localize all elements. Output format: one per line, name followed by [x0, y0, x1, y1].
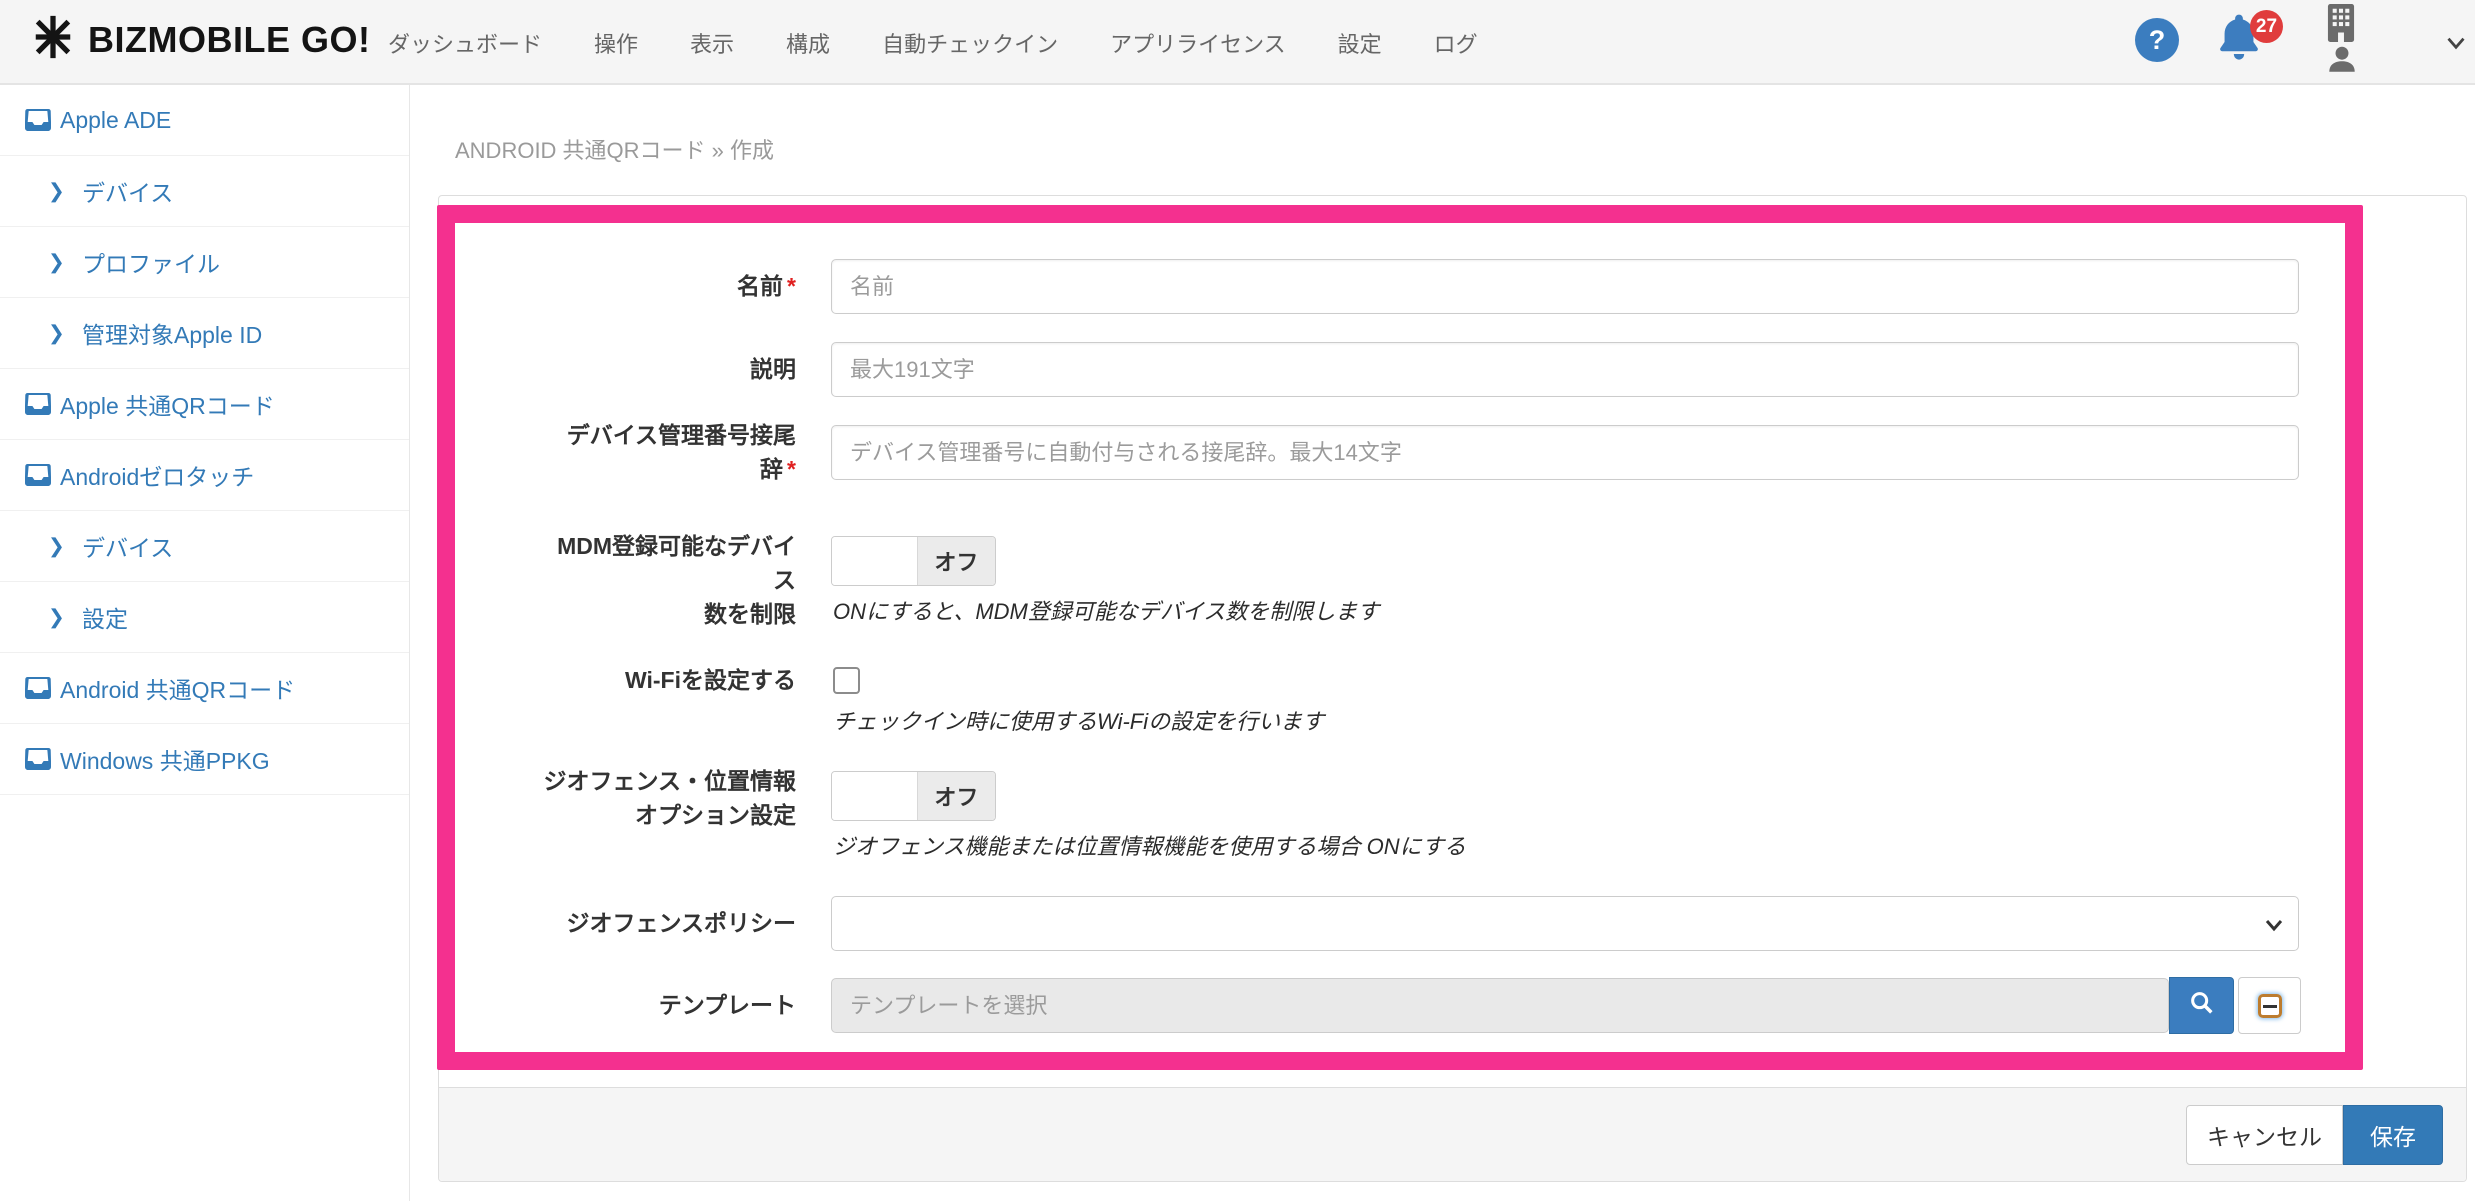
- name-label: 名前*: [541, 259, 796, 314]
- bell-icon: [2213, 55, 2265, 72]
- sidebar-item-android-zero-touch[interactable]: Androidゼロタッチ: [0, 440, 409, 511]
- toggle-handle: [832, 772, 918, 820]
- breadcrumb: ANDROID 共通QRコード » 作成: [455, 133, 774, 165]
- chevron-right-icon: ❯: [48, 250, 65, 275]
- logo[interactable]: BIZMOBILE GO!: [30, 14, 370, 65]
- sidebar-item-label: Apple 共通QRコード: [60, 387, 275, 421]
- toggle-handle: [832, 537, 918, 585]
- description-input[interactable]: [831, 342, 2299, 397]
- nav-log[interactable]: ログ: [1434, 27, 1478, 59]
- geofence-policy-select[interactable]: [831, 896, 2299, 951]
- mdm-limit-label: MDM登録可能なデバイス 数を制限: [541, 529, 796, 631]
- chevron-right-icon: ❯: [48, 321, 65, 346]
- logo-text: BIZMOBILE GO!: [88, 19, 370, 61]
- chevron-down-icon[interactable]: [2441, 28, 2471, 63]
- geofence-option-helper: ジオフェンス機能または位置情報機能を使用する場合 ONにする: [833, 829, 1466, 861]
- mdm-limit-helper: ONにすると、MDM登録可能なデバイス数を制限します: [833, 594, 1379, 626]
- sidebar-item-label: プロファイル: [82, 245, 220, 279]
- template-label: テンプレート: [541, 978, 796, 1033]
- template-search-button[interactable]: [2169, 977, 2234, 1034]
- notifications-button[interactable]: 27: [2213, 12, 2283, 74]
- template-input[interactable]: [831, 978, 2169, 1033]
- sidebar-item-devices-android[interactable]: ❯ デバイス: [0, 511, 409, 582]
- screen: BIZMOBILE GO! ダッシュボード 操作 表示 構成 自動チェックイン …: [0, 0, 2475, 1201]
- name-input[interactable]: [831, 259, 2299, 314]
- nav-dashboard[interactable]: ダッシュボード: [388, 27, 542, 59]
- help-icon[interactable]: ?: [2135, 18, 2179, 62]
- device-suffix-input[interactable]: [831, 425, 2299, 480]
- sidebar-item-label: Androidゼロタッチ: [60, 458, 254, 492]
- sidebar-item-label: デバイス: [82, 174, 173, 208]
- form-body: 名前* 説明 デバイス管理番号接尾 辞* MDM登録可能なデバイス 数を制限: [439, 196, 2466, 1088]
- sidebar-item-label: Android 共通QRコード: [60, 671, 295, 705]
- sidebar-item-windows-common-ppkg[interactable]: Windows 共通PPKG: [0, 724, 409, 795]
- geofence-option-toggle[interactable]: オフ: [831, 771, 996, 821]
- chevron-right-icon: ❯: [48, 179, 65, 204]
- notification-badge: 27: [2250, 10, 2283, 43]
- select-chevron-down-icon: [2262, 913, 2286, 942]
- sidebar-item-apple-common-qr[interactable]: Apple 共通QRコード: [0, 369, 409, 440]
- chevron-right-icon: ❯: [48, 534, 65, 559]
- nav-settings[interactable]: 設定: [1338, 27, 1382, 59]
- required-mark: *: [787, 273, 796, 299]
- wifi-checkbox[interactable]: [833, 667, 860, 694]
- nav-operations[interactable]: 操作: [594, 27, 638, 59]
- sidebar-item-android-common-qr[interactable]: Android 共通QRコード: [0, 653, 409, 724]
- nav-app-license[interactable]: アプリライセンス: [1110, 27, 1286, 59]
- nav-configuration[interactable]: 構成: [786, 27, 830, 59]
- cancel-button[interactable]: キャンセル: [2186, 1105, 2343, 1165]
- geofence-option-label: ジオフェンス・位置情報 オプション設定: [541, 764, 796, 832]
- sidebar-item-label: 設定: [82, 600, 128, 634]
- sidebar-item-label: Windows 共通PPKG: [60, 742, 270, 776]
- sidebar-item-label: 管理対象Apple ID: [82, 316, 262, 350]
- sidebar-item-label: デバイス: [82, 529, 173, 563]
- search-icon: [2188, 989, 2216, 1022]
- inbox-icon: [25, 748, 51, 776]
- inbox-icon: [25, 464, 51, 492]
- wifi-helper: チェックイン時に使用するWi-Fiの設定を行います: [833, 704, 1324, 736]
- description-label: 説明: [541, 342, 796, 397]
- main-content: ANDROID 共通QRコード » 作成 名前* 説明 デバイス管理番号接尾 辞…: [411, 85, 2475, 1201]
- sidebar: Apple ADE ❯ デバイス ❯ プロファイル ❯ 管理対象Apple ID…: [0, 85, 410, 1201]
- toggle-off-label: オフ: [918, 537, 995, 585]
- mdm-limit-toggle[interactable]: オフ: [831, 536, 996, 586]
- geofence-policy-label: ジオフェンスポリシー: [541, 896, 796, 951]
- collapse-icon: [2258, 994, 2282, 1018]
- top-nav: BIZMOBILE GO! ダッシュボード 操作 表示 構成 自動チェックイン …: [0, 0, 2475, 85]
- inbox-icon: [25, 109, 51, 137]
- wifi-label: Wi-Fiを設定する: [541, 665, 796, 696]
- logo-asterisk-icon: [30, 14, 76, 65]
- sidebar-item-label: Apple ADE: [60, 107, 171, 134]
- chevron-right-icon: ❯: [48, 605, 65, 630]
- nav-view[interactable]: 表示: [690, 27, 734, 59]
- sidebar-item-settings-android[interactable]: ❯ 設定: [0, 582, 409, 653]
- user-icon: [2327, 44, 2357, 79]
- inbox-icon: [25, 677, 51, 705]
- template-collapse-button[interactable]: [2238, 977, 2301, 1034]
- main-menu: ダッシュボード 操作 表示 構成 自動チェックイン アプリライセンス 設定 ログ: [388, 0, 1478, 85]
- sidebar-item-devices[interactable]: ❯ デバイス: [0, 156, 409, 227]
- required-mark: *: [787, 456, 796, 482]
- form-footer: キャンセル 保存: [439, 1087, 2466, 1181]
- device-suffix-label: デバイス管理番号接尾 辞*: [541, 418, 796, 486]
- form-card: 名前* 説明 デバイス管理番号接尾 辞* MDM登録可能なデバイス 数を制限: [438, 195, 2467, 1182]
- sidebar-item-apple-ade[interactable]: Apple ADE: [0, 85, 409, 156]
- building-icon: [2325, 4, 2357, 47]
- sidebar-item-profiles[interactable]: ❯ プロファイル: [0, 227, 409, 298]
- account-org-button[interactable]: [2323, 4, 2359, 82]
- nav-auto-checkin[interactable]: 自動チェックイン: [882, 27, 1058, 59]
- sidebar-item-managed-apple-id[interactable]: ❯ 管理対象Apple ID: [0, 298, 409, 369]
- inbox-icon: [25, 393, 51, 421]
- save-button[interactable]: 保存: [2343, 1105, 2443, 1165]
- toggle-off-label: オフ: [918, 772, 995, 820]
